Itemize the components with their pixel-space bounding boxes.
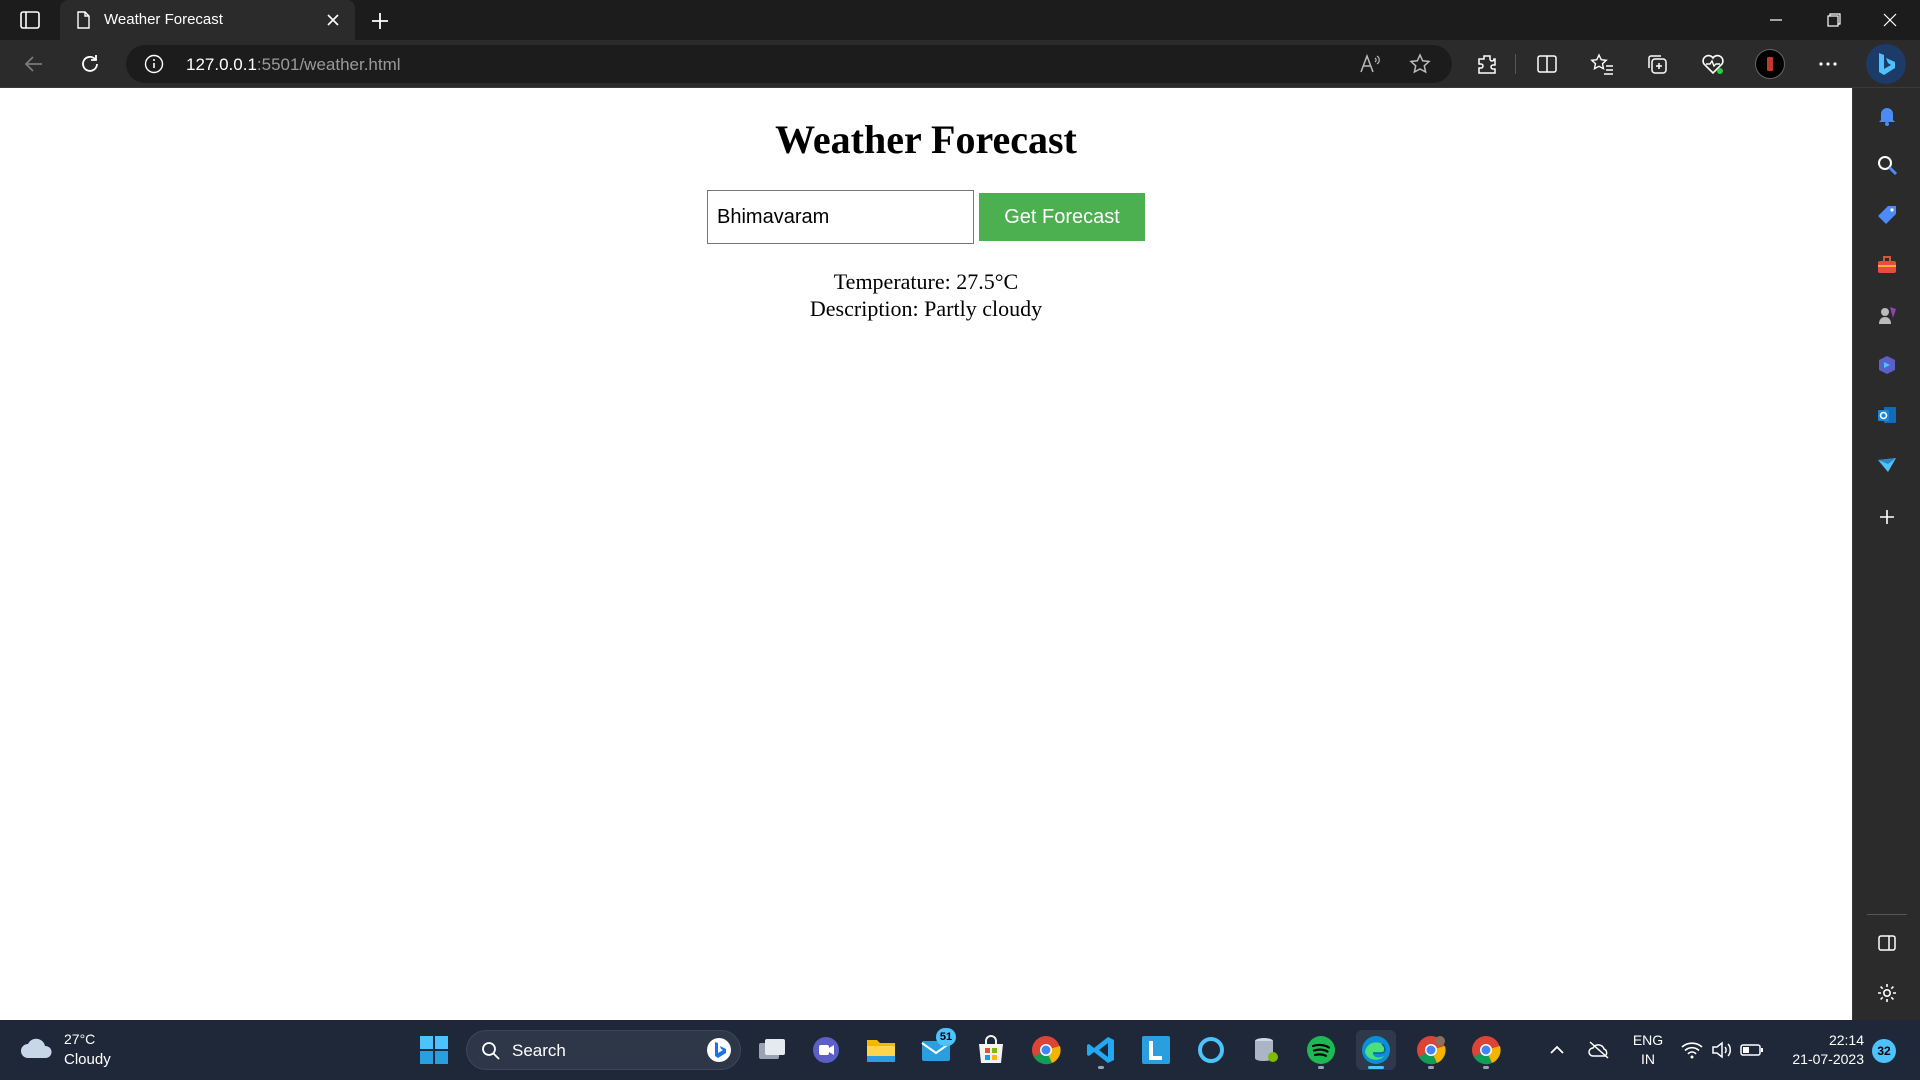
bing-icon xyxy=(706,1037,732,1063)
notification-count-badge[interactable]: 32 xyxy=(1872,1039,1896,1063)
windows-taskbar: 27°C Cloudy Search 51 ENG IN 22:14 21-07… xyxy=(0,1020,1920,1080)
battery-icon[interactable] xyxy=(1740,1038,1764,1062)
clock-time: 22:14 xyxy=(1828,1032,1864,1048)
get-forecast-button[interactable]: Get Forecast xyxy=(979,193,1145,241)
browser-essentials-icon[interactable] xyxy=(1697,48,1729,80)
cloud-icon xyxy=(20,1036,54,1060)
url-text[interactable]: 127.0.0.1:5501/weather.html xyxy=(186,55,401,75)
page-title: Weather Forecast xyxy=(775,117,1077,162)
weather-widget[interactable]: 27°C Cloudy xyxy=(20,1030,130,1070)
notification-bell-icon[interactable] xyxy=(1874,102,1900,128)
volume-icon[interactable] xyxy=(1710,1038,1734,1062)
chrome-icon[interactable] xyxy=(1026,1030,1066,1070)
microsoft-365-icon[interactable] xyxy=(1874,352,1900,378)
running-indicator xyxy=(1483,1066,1489,1069)
browser-tab[interactable]: Weather Forecast xyxy=(60,0,355,40)
running-indicator xyxy=(1098,1066,1104,1069)
start-button-windows-icon[interactable] xyxy=(414,1030,454,1070)
chrome-second-icon[interactable] xyxy=(1466,1030,1506,1070)
active-indicator xyxy=(1368,1066,1384,1069)
shopping-tag-icon[interactable] xyxy=(1874,202,1900,228)
weather-temp: 27°C xyxy=(64,1031,96,1047)
close-tab-icon[interactable] xyxy=(323,10,343,30)
weather-result: Temperature: 27.5°C Description: Partly … xyxy=(0,268,1852,322)
outlook-icon[interactable] xyxy=(1874,402,1900,428)
site-info-icon[interactable] xyxy=(144,54,164,74)
search-label: Search xyxy=(512,1041,566,1060)
edge-browser-icon[interactable] xyxy=(1356,1030,1396,1070)
tab-actions-icon[interactable] xyxy=(12,8,48,32)
browser-toolbar: 127.0.0.1:5501/weather.html xyxy=(0,40,1920,88)
task-view-icon[interactable] xyxy=(752,1030,792,1070)
show-hidden-icons-chevron-icon[interactable] xyxy=(1545,1038,1569,1062)
restore-icon[interactable] xyxy=(1806,0,1862,40)
teams-chat-icon[interactable] xyxy=(806,1030,846,1070)
web-page: Weather Forecast Get Forecast Temperatur… xyxy=(0,88,1852,1020)
l-app-icon[interactable] xyxy=(1136,1030,1176,1070)
mail-badge: 51 xyxy=(936,1028,956,1046)
running-indicator xyxy=(1318,1066,1324,1069)
games-icon[interactable] xyxy=(1874,302,1900,328)
chrome-profile-icon[interactable] xyxy=(1411,1030,1451,1070)
read-aloud-icon[interactable] xyxy=(1358,52,1382,76)
clock-date: 21-07-2023 xyxy=(1792,1051,1864,1067)
tools-icon[interactable] xyxy=(1874,252,1900,278)
onedrive-offline-icon[interactable] xyxy=(1587,1038,1611,1062)
database-app-icon[interactable] xyxy=(1246,1030,1286,1070)
microsoft-store-icon[interactable] xyxy=(971,1030,1011,1070)
favorite-star-icon[interactable] xyxy=(1408,52,1432,76)
refresh-icon[interactable] xyxy=(74,48,106,80)
temperature-text: Temperature: 27.5°C xyxy=(833,269,1019,294)
search-icon[interactable] xyxy=(1874,152,1900,178)
favorites-icon[interactable] xyxy=(1586,48,1618,80)
tab-title: Weather Forecast xyxy=(104,11,223,28)
cortana-icon[interactable] xyxy=(1191,1030,1231,1070)
extensions-icon[interactable] xyxy=(1471,48,1503,80)
split-screen-icon[interactable] xyxy=(1531,48,1563,80)
taskbar-search[interactable]: Search xyxy=(466,1030,741,1070)
browser-titlebar: Weather Forecast xyxy=(0,0,1920,40)
page-icon xyxy=(74,11,92,29)
back-arrow-icon[interactable] xyxy=(18,48,50,80)
profile-avatar[interactable] xyxy=(1755,49,1785,79)
address-bar[interactable]: 127.0.0.1:5501/weather.html xyxy=(126,45,1452,83)
bing-chat-icon[interactable] xyxy=(1866,44,1906,84)
system-clock[interactable]: 22:14 21-07-2023 xyxy=(1772,1031,1864,1069)
running-indicator xyxy=(1428,1066,1434,1069)
screen: Weather Forecast 127.0.0.1:5501/weather.… xyxy=(0,0,1920,1080)
new-tab-icon[interactable] xyxy=(367,8,393,34)
city-input[interactable] xyxy=(707,190,974,244)
close-window-icon[interactable] xyxy=(1862,0,1918,40)
mail-icon[interactable]: 51 xyxy=(916,1028,956,1070)
sidebar-divider xyxy=(1867,914,1907,915)
settings-gear-icon[interactable] xyxy=(1874,980,1900,1006)
region-code: IN xyxy=(1641,1051,1655,1067)
edge-sidebar xyxy=(1852,88,1920,1020)
spotify-icon[interactable] xyxy=(1301,1030,1341,1070)
vscode-icon[interactable] xyxy=(1081,1030,1121,1070)
language-code: ENG xyxy=(1632,1032,1664,1048)
language-indicator[interactable]: ENG IN xyxy=(1628,1031,1668,1069)
drop-icon[interactable] xyxy=(1874,452,1900,478)
toolbar-divider xyxy=(1515,54,1516,74)
wifi-icon[interactable] xyxy=(1680,1038,1704,1062)
description-text: Description: Partly cloudy xyxy=(809,296,1043,321)
collections-icon[interactable] xyxy=(1641,48,1673,80)
file-explorer-icon[interactable] xyxy=(861,1030,901,1070)
search-icon xyxy=(481,1041,501,1061)
add-sidebar-app-icon[interactable] xyxy=(1874,504,1900,530)
hide-sidebar-icon[interactable] xyxy=(1874,930,1900,956)
weather-desc: Cloudy xyxy=(64,1051,111,1068)
more-options-icon[interactable] xyxy=(1812,48,1844,80)
minimize-icon[interactable] xyxy=(1748,0,1804,40)
